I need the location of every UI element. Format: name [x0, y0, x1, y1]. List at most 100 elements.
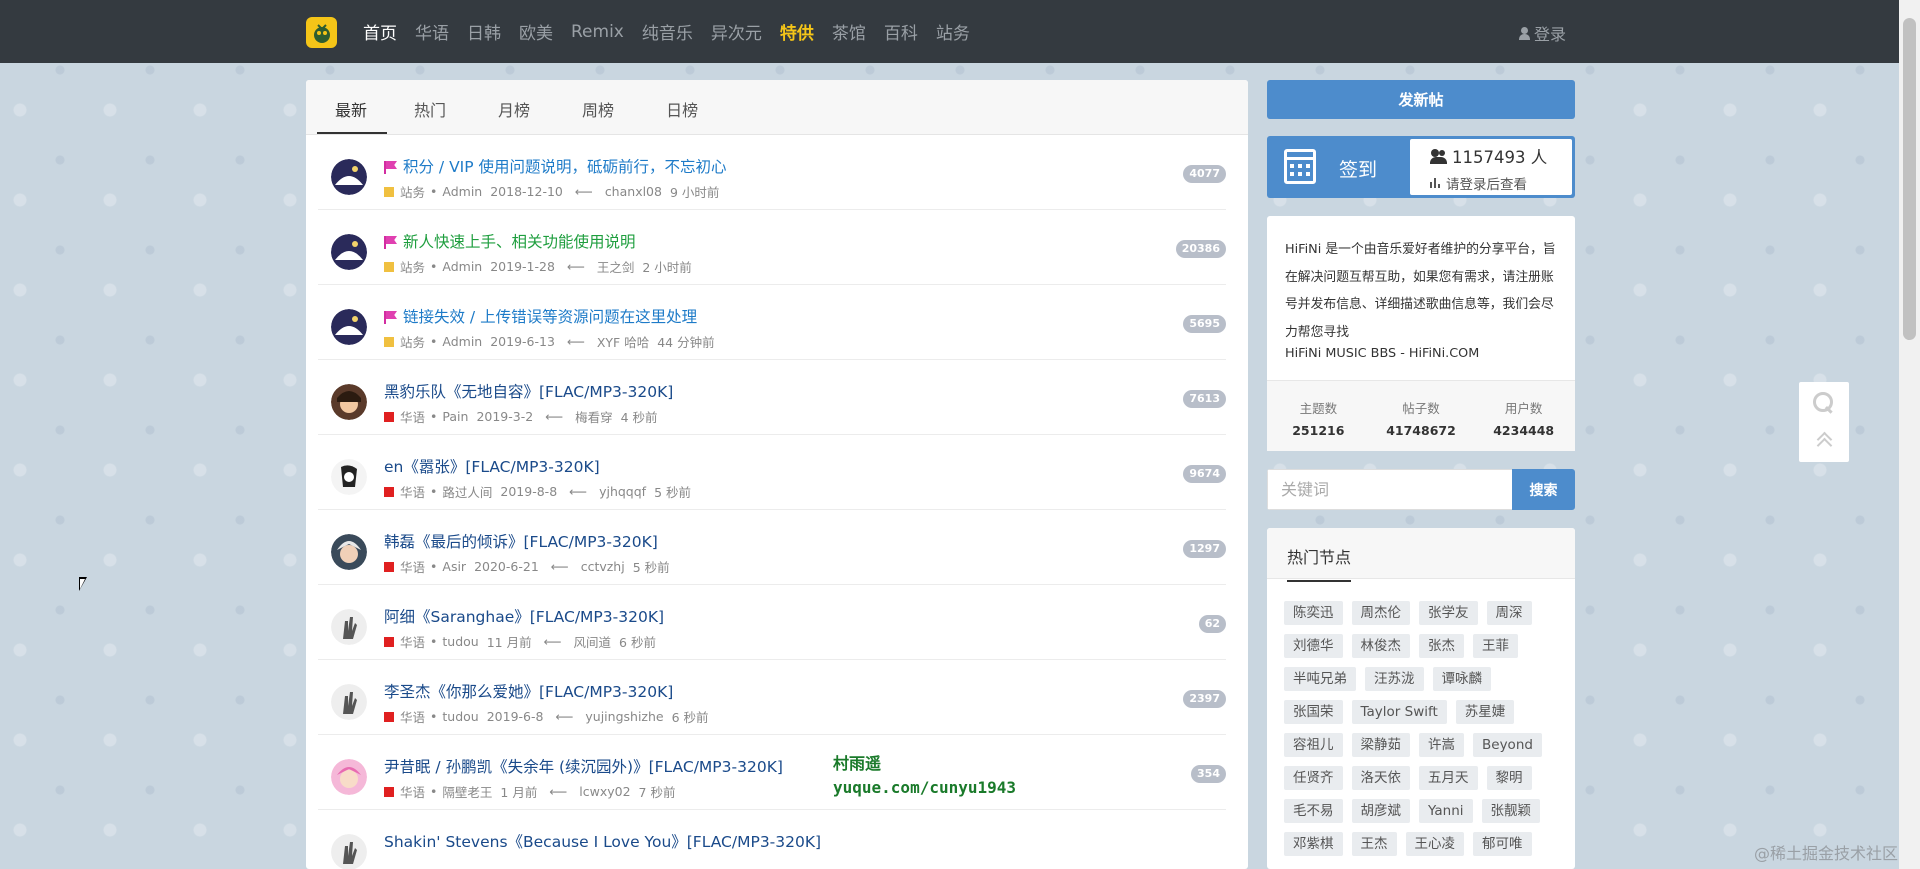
nav-item-4[interactable]: Remix — [571, 22, 624, 42]
avatar[interactable] — [331, 759, 367, 795]
nav-item-5[interactable]: 纯音乐 — [642, 19, 693, 44]
thread-category[interactable]: 华语 — [400, 407, 425, 426]
thread-last-user[interactable]: XYF 哈哈 — [597, 332, 649, 351]
hot-tag[interactable]: 王杰 — [1351, 832, 1397, 856]
scrollbar-thumb[interactable] — [1903, 18, 1916, 340]
hot-tag[interactable]: 王菲 — [1473, 634, 1518, 658]
tab-4[interactable]: 日榜 — [641, 97, 723, 134]
hot-tag[interactable]: 郁可唯 — [1473, 832, 1532, 856]
thread-author[interactable]: Admin — [442, 259, 482, 274]
thread-category[interactable]: 站务 — [400, 182, 425, 201]
hot-tag[interactable]: Yanni — [1419, 799, 1473, 823]
thread-last-user[interactable]: cctvzhj — [581, 559, 625, 574]
avatar[interactable] — [331, 309, 367, 345]
thread-category[interactable]: 站务 — [400, 257, 425, 276]
thread-row[interactable]: 阿细《Saranghae》[FLAC/MP3-320K] 华语 • tudou 11 月… — [318, 585, 1226, 660]
thread-author[interactable]: Asir — [442, 559, 466, 574]
thread-last-user[interactable]: chanxl08 — [605, 184, 662, 199]
hot-tag[interactable]: 林俊杰 — [1351, 634, 1410, 658]
hot-tag[interactable]: 周杰伦 — [1351, 601, 1410, 625]
back-to-top-icon[interactable] — [1816, 432, 1832, 450]
thread-author[interactable]: 路过人间 — [442, 482, 492, 501]
thread-author[interactable]: Admin — [442, 334, 482, 349]
thread-title[interactable]: 积分 / VIP 使用问题说明，砥砺前行，不忘初心 — [384, 155, 727, 177]
thread-author[interactable]: tudou — [442, 709, 478, 724]
nav-item-3[interactable]: 欧美 — [519, 19, 553, 44]
thread-row[interactable]: en《嚣张》[FLAC/MP3-320K] 华语 • 路过人间 2019-8-8 ⟵ yjh… — [318, 435, 1226, 510]
hot-tag[interactable]: 容祖儿 — [1284, 733, 1343, 757]
thread-row[interactable]: 链接失效 / 上传错误等资源问题在这里处理 站务 • Admin 2019-6-13 ⟵ X… — [318, 285, 1226, 360]
hot-tag[interactable]: 谭咏麟 — [1432, 667, 1491, 691]
hot-tag[interactable]: 梁静茹 — [1351, 733, 1410, 757]
thread-category[interactable]: 华语 — [400, 557, 425, 576]
nav-item-8[interactable]: 茶馆 — [832, 19, 866, 44]
thread-title[interactable]: en《嚣张》[FLAC/MP3-320K] — [384, 455, 600, 477]
thread-last-user[interactable]: 梅看穿 — [575, 407, 613, 426]
nav-item-0[interactable]: 首页 — [363, 19, 397, 44]
thread-author[interactable]: Pain — [442, 409, 468, 424]
hot-tag[interactable]: 邓紫棋 — [1284, 832, 1343, 856]
thread-row[interactable]: 尹昔眠 / 孙鹏凯《失余年 (续沉园外)》[FLAC/MP3-320K] 华语 • 隔… — [318, 735, 1226, 810]
hot-tag[interactable]: 苏星婕 — [1455, 700, 1515, 724]
thread-last-user[interactable]: 王之剑 — [597, 257, 635, 276]
scrollbar[interactable] — [1899, 0, 1920, 869]
nav-item-9[interactable]: 百科 — [884, 19, 918, 44]
hot-tag[interactable]: 汪苏泷 — [1365, 667, 1424, 691]
hot-tag[interactable]: 半吨兄弟 — [1284, 667, 1356, 691]
thread-row[interactable]: Shakin' Stevens《Because I Love You》[FLAC… — [318, 810, 1226, 869]
search-button[interactable]: 搜索 — [1512, 469, 1575, 510]
thread-last-user[interactable]: yujingshizhe — [585, 709, 663, 724]
thread-title[interactable]: 韩磊《最后的倾诉》[FLAC/MP3-320K] — [384, 530, 658, 552]
hot-tag[interactable]: 张学友 — [1419, 601, 1478, 625]
thread-title[interactable]: 李圣杰《你那么爱她》[FLAC/MP3-320K] — [384, 680, 673, 702]
nav-item-6[interactable]: 异次元 — [711, 19, 762, 44]
thread-row[interactable]: 新人快速上手、相关功能使用说明 站务 • Admin 2019-1-28 ⟵ 王之剑 2 小时… — [318, 210, 1226, 285]
hot-tag[interactable]: 洛天依 — [1351, 766, 1410, 790]
thread-row[interactable]: 李圣杰《你那么爱她》[FLAC/MP3-320K] 华语 • tudou 2019-6-… — [318, 660, 1226, 735]
avatar[interactable] — [331, 159, 367, 195]
thread-title[interactable]: 链接失效 / 上传错误等资源问题在这里处理 — [384, 305, 697, 327]
thread-row[interactable]: 韩磊《最后的倾诉》[FLAC/MP3-320K] 华语 • Asir 2020-6-21… — [318, 510, 1226, 585]
thread-category[interactable]: 华语 — [400, 482, 425, 501]
hot-tag[interactable]: 毛不易 — [1284, 799, 1343, 823]
hot-tag[interactable]: 周深 — [1486, 601, 1532, 625]
thread-row[interactable]: 黑豹乐队《无地自容》[FLAC/MP3-320K] 华语 • Pain 2019-3-2… — [318, 360, 1226, 435]
hot-tag[interactable]: 任贤齐 — [1284, 766, 1343, 790]
hot-tag[interactable]: 张国荣 — [1284, 700, 1343, 724]
thread-row[interactable]: 积分 / VIP 使用问题说明，砥砺前行，不忘初心 站务 • Admin 2018-12… — [318, 135, 1226, 210]
login-link[interactable]: 登录 — [1518, 21, 1566, 45]
hot-tag[interactable]: 刘德华 — [1284, 634, 1343, 658]
thread-title[interactable]: Shakin' Stevens《Because I Love You》[FLAC… — [384, 830, 821, 852]
hot-tag[interactable]: 许嵩 — [1419, 733, 1464, 757]
thread-title[interactable]: 尹昔眠 / 孙鹏凯《失余年 (续沉园外)》[FLAC/MP3-320K] — [384, 755, 783, 777]
thread-category[interactable]: 站务 — [400, 332, 425, 351]
nav-item-7[interactable]: 特供 — [780, 19, 814, 44]
avatar[interactable] — [331, 534, 367, 570]
tab-1[interactable]: 热门 — [389, 97, 471, 134]
nav-item-10[interactable]: 站务 — [936, 19, 970, 44]
site-logo[interactable] — [306, 17, 337, 48]
hot-tag[interactable]: 胡彦斌 — [1351, 799, 1410, 823]
hot-tag[interactable]: 五月天 — [1419, 766, 1478, 790]
hot-tag[interactable]: 张靓颖 — [1481, 799, 1541, 823]
hot-tag[interactable]: 王心凌 — [1405, 832, 1464, 856]
thread-category[interactable]: 华语 — [400, 632, 425, 651]
thread-author[interactable]: Admin — [442, 184, 482, 199]
tab-3[interactable]: 周榜 — [557, 97, 639, 134]
hot-tag[interactable]: 陈奕迅 — [1284, 601, 1343, 625]
search-input[interactable] — [1267, 469, 1512, 510]
hot-tag[interactable]: Beyond — [1473, 733, 1542, 757]
hot-tag[interactable]: 张杰 — [1419, 634, 1464, 658]
thread-last-user[interactable]: yjhqqqf — [599, 484, 646, 499]
thread-title[interactable]: 阿细《Saranghae》[FLAC/MP3-320K] — [384, 605, 664, 627]
thread-author[interactable]: tudou — [442, 634, 478, 649]
thread-title[interactable]: 黑豹乐队《无地自容》[FLAC/MP3-320K] — [384, 380, 673, 402]
avatar[interactable] — [331, 459, 367, 495]
tab-2[interactable]: 月榜 — [473, 97, 555, 134]
avatar[interactable] — [331, 834, 367, 869]
avatar[interactable] — [331, 384, 367, 420]
tab-0[interactable]: 最新 — [317, 97, 388, 134]
avatar[interactable] — [331, 234, 367, 270]
thread-title[interactable]: 新人快速上手、相关功能使用说明 — [384, 230, 636, 252]
thread-last-user[interactable]: 风间道 — [574, 632, 612, 651]
